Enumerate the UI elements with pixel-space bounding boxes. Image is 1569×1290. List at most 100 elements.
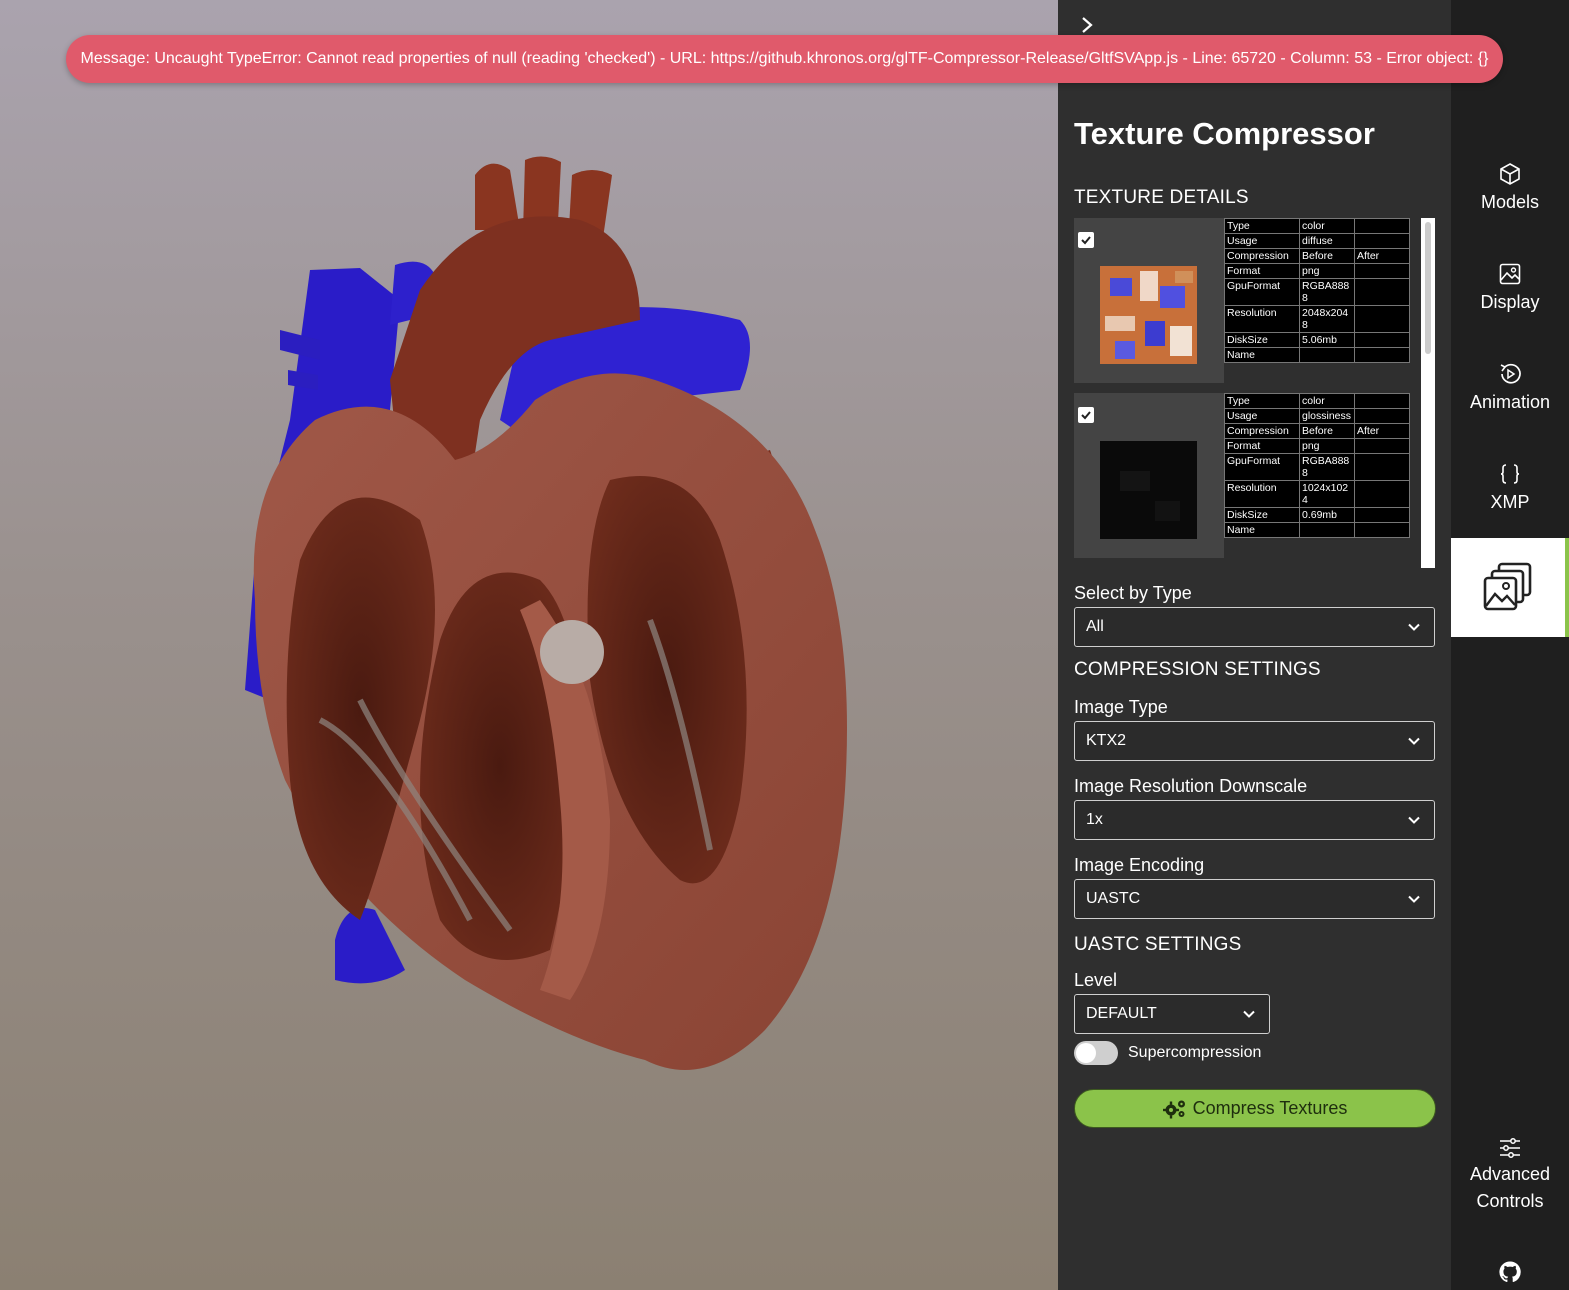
cell <box>1354 438 1410 454</box>
texture-checkbox[interactable] <box>1078 407 1094 423</box>
cell: DiskSize <box>1224 332 1300 348</box>
chevron-down-icon <box>1408 816 1420 824</box>
compress-textures-button[interactable]: Compress Textures <box>1074 1089 1436 1128</box>
cube-icon <box>1500 163 1520 185</box>
cell: Usage <box>1224 408 1300 424</box>
cell: Type <box>1224 393 1300 409</box>
cell <box>1299 522 1355 538</box>
texture-thumbnail-area <box>1074 218 1224 383</box>
nav-label: Advanced Controls <box>1469 1164 1551 1211</box>
nav-models[interactable]: Models <box>1451 162 1569 213</box>
nav-display[interactable]: Display <box>1451 262 1569 313</box>
cell: Resolution <box>1224 305 1300 333</box>
right-nav: Models Display Animation XMP Advanced Co… <box>1451 0 1569 1290</box>
encoding-dropdown[interactable]: UASTC <box>1074 879 1435 919</box>
cell: 5.06mb <box>1299 332 1355 348</box>
cell <box>1354 263 1410 279</box>
model-viewport[interactable] <box>0 0 1058 1290</box>
chevron-down-icon <box>1408 895 1420 903</box>
cell <box>1354 393 1410 409</box>
sliders-icon <box>1500 1138 1520 1158</box>
supercompression-label: Supercompression <box>1128 1044 1262 1061</box>
panel-title: Texture Compressor <box>1074 116 1375 151</box>
cell <box>1354 218 1410 234</box>
select-value: All <box>1086 618 1104 635</box>
cell: Type <box>1224 218 1300 234</box>
texture-list[interactable]: Type color Usage diffuse Compression Before… <box>1074 218 1427 568</box>
select-value: UASTC <box>1086 890 1141 907</box>
texture-details-heading: TEXTURE DETAILS <box>1074 187 1249 208</box>
select-value: KTX2 <box>1086 732 1127 749</box>
heart-model[interactable] <box>0 0 1058 1290</box>
cell: Format <box>1224 263 1300 279</box>
texture-compressor-panel: Texture Compressor TEXTURE DETAILS Type … <box>1058 0 1451 1290</box>
cell <box>1354 480 1410 508</box>
nav-animation[interactable]: Animation <box>1451 362 1569 413</box>
cell: Format <box>1224 438 1300 454</box>
nav-xmp[interactable]: XMP <box>1451 462 1569 513</box>
image-icon <box>1499 263 1521 285</box>
texture-thumbnail-area <box>1074 393 1224 558</box>
supercompression-toggle[interactable] <box>1074 1041 1118 1065</box>
texture-stack-icon <box>1483 562 1532 611</box>
cell: 2048x2048 <box>1299 305 1355 333</box>
downscale-dropdown[interactable]: 1x <box>1074 800 1435 840</box>
uastc-settings-heading: UASTC SETTINGS <box>1074 934 1242 955</box>
cell <box>1354 332 1410 348</box>
cell: GpuFormat <box>1224 453 1300 481</box>
cell: png <box>1299 438 1355 454</box>
downscale-label: Image Resolution Downscale <box>1074 776 1308 796</box>
chevron-down-icon <box>1408 737 1420 745</box>
texture-preview-glossiness <box>1100 441 1197 539</box>
cell <box>1354 408 1410 424</box>
scrollbar-thumb[interactable] <box>1425 222 1431 354</box>
nav-label: Display <box>1480 292 1540 312</box>
level-label: Level <box>1074 970 1118 990</box>
cell <box>1354 278 1410 306</box>
cell: png <box>1299 263 1355 279</box>
cell: After <box>1354 248 1410 264</box>
compress-button-label: Compress Textures <box>1192 1098 1348 1118</box>
select-by-type-label: Select by Type <box>1074 583 1192 603</box>
nav-advanced-controls[interactable]: Advanced Controls <box>1451 1137 1569 1215</box>
cell: RGBA8888 <box>1299 278 1355 306</box>
cell: Before <box>1299 423 1355 439</box>
level-dropdown[interactable]: DEFAULT <box>1074 994 1270 1034</box>
nav-github[interactable] <box>1451 1260 1569 1290</box>
cell: color <box>1299 393 1355 409</box>
cell <box>1354 305 1410 333</box>
texture-item: Type color Usage diffuse Compression Before… <box>1074 218 1427 383</box>
chevron-down-icon <box>1243 1010 1255 1018</box>
braces-icon <box>1500 464 1520 484</box>
nav-texture-compressor[interactable] <box>1451 538 1569 637</box>
github-icon <box>1499 1261 1521 1283</box>
cell: diffuse <box>1299 233 1355 249</box>
cell <box>1354 507 1410 523</box>
gears-icon <box>1162 1100 1185 1119</box>
error-toast[interactable]: Message: Uncaught TypeError: Cannot read… <box>66 35 1503 83</box>
play-rotate-icon <box>1500 363 1521 384</box>
cell: Resolution <box>1224 480 1300 508</box>
texture-details-table: Type color Usage glossiness Compression Bef… <box>1224 393 1410 538</box>
nav-label: Models <box>1480 192 1540 212</box>
image-type-label: Image Type <box>1074 697 1168 717</box>
compression-settings-heading: COMPRESSION SETTINGS <box>1074 659 1321 680</box>
cell <box>1354 453 1410 481</box>
cell: 1024x1024 <box>1299 480 1355 508</box>
encoding-label: Image Encoding <box>1074 855 1205 875</box>
chevron-down-icon <box>1408 623 1420 631</box>
image-type-dropdown[interactable]: KTX2 <box>1074 721 1435 761</box>
cell <box>1299 347 1355 363</box>
cell: color <box>1299 218 1355 234</box>
select-value: 1x <box>1086 811 1103 828</box>
texture-list-scrollbar[interactable] <box>1421 218 1435 568</box>
active-indicator <box>1565 538 1569 637</box>
select-by-type-dropdown[interactable]: All <box>1074 607 1435 647</box>
texture-checkbox[interactable] <box>1078 232 1094 248</box>
cell <box>1354 347 1410 363</box>
cell: Name <box>1224 522 1300 538</box>
nav-label: XMP <box>1490 492 1530 512</box>
texture-details-table: Type color Usage diffuse Compression Before… <box>1224 218 1410 363</box>
error-message: Message: Uncaught TypeError: Cannot read… <box>80 50 1489 67</box>
cell <box>1354 233 1410 249</box>
